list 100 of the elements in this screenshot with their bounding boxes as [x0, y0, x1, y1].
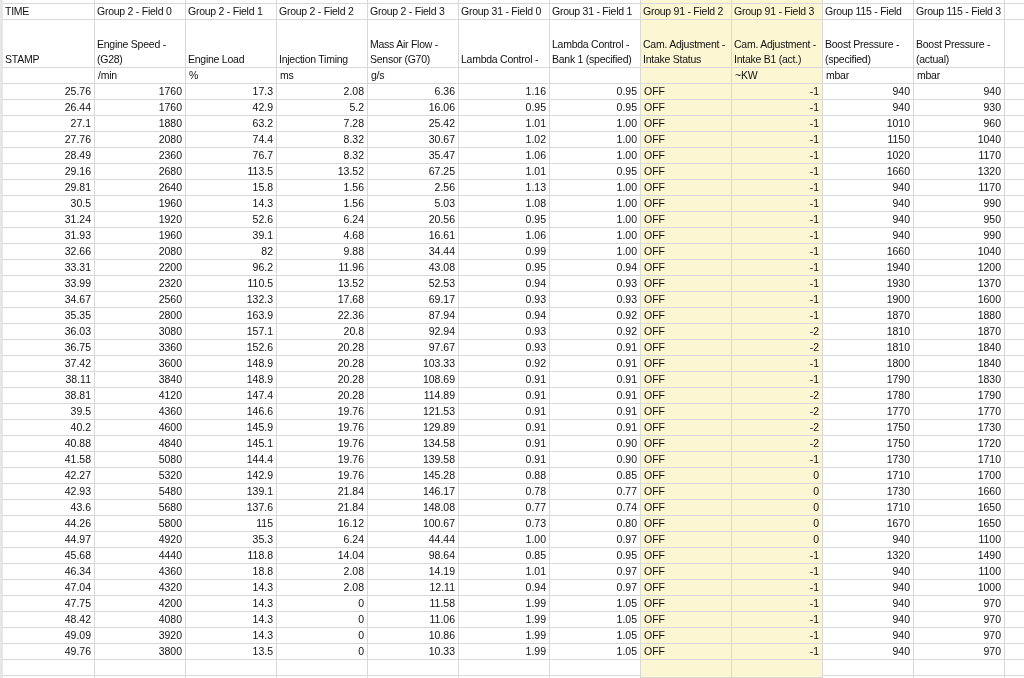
table-cell: 144.4 [186, 452, 277, 468]
table-cell: 96.2 [186, 260, 277, 276]
table-cell: 39.5 [3, 404, 95, 420]
column-header: Injection Timing [277, 20, 368, 68]
table-cell: 33.31 [3, 260, 95, 276]
table-cell: 20.56 [368, 212, 459, 228]
table-cell: OFF [641, 84, 732, 100]
table-cell: 1.56 [277, 180, 368, 196]
table-cell: 6.24 [277, 532, 368, 548]
table-cell: 4320 [95, 580, 186, 596]
table-cell: 1750 [823, 436, 914, 452]
table-cell: OFF [641, 564, 732, 580]
table-cell: 3360 [95, 340, 186, 356]
table-cell: OFF [641, 340, 732, 356]
table-cell: 970 [914, 596, 1005, 612]
table-cell: 1960 [95, 196, 186, 212]
table-cell: 940 [823, 196, 914, 212]
table-cell: 40.88 [3, 436, 95, 452]
table-cell: 146.17 [368, 484, 459, 500]
table-cell: 36.03 [3, 324, 95, 340]
table-cell: 1770 [823, 404, 914, 420]
table-cell: 1.06 [459, 148, 550, 164]
table-cell: 38.11 [3, 372, 95, 388]
table-cell: 34.67 [3, 292, 95, 308]
table-cell: 1.13 [459, 180, 550, 196]
table-cell: 1.99 [459, 644, 550, 660]
table-cell: 1.56 [277, 196, 368, 212]
table-cell: 33.99 [3, 276, 95, 292]
table-cell: OFF [641, 116, 732, 132]
column-header: Group 91 - Field 2 [641, 4, 732, 20]
table-cell: 14.3 [186, 612, 277, 628]
table-cell: 42.93 [3, 484, 95, 500]
table-cell: 13.52 [277, 164, 368, 180]
table-cell: 47.04 [3, 580, 95, 596]
table-cell: 4920 [95, 532, 186, 548]
table-cell: -1 [732, 244, 823, 260]
table-cell: -1 [732, 292, 823, 308]
table-cell: 11.06 [368, 612, 459, 628]
column-header: Group 2 - Field 1 [186, 4, 277, 20]
table-cell: 0.78 [459, 484, 550, 500]
table-cell: 1040 [914, 132, 1005, 148]
table-cell: 2560 [95, 292, 186, 308]
table-cell: 1720 [914, 436, 1005, 452]
table-cell: -1 [732, 84, 823, 100]
table-cell: 39.1 [186, 228, 277, 244]
column-header: Lambda Control - [459, 20, 550, 68]
table-cell: -1 [732, 564, 823, 580]
table-cell: 0 [277, 612, 368, 628]
table-cell: 21.84 [277, 500, 368, 516]
table-cell: 129.89 [368, 420, 459, 436]
table-cell: 2.08 [277, 580, 368, 596]
column-header: Mass Air Flow - Sensor (G70) [368, 20, 459, 68]
table-cell: 3800 [95, 644, 186, 660]
table-cell: 990 [914, 196, 1005, 212]
table-cell: 0 [732, 468, 823, 484]
table-cell: -1 [732, 644, 823, 660]
table-cell: 67.25 [368, 164, 459, 180]
table-cell: 20.28 [277, 372, 368, 388]
table-cell: -1 [732, 196, 823, 212]
unit-cell: ms [277, 68, 368, 84]
table-cell: 17.68 [277, 292, 368, 308]
table-cell: 43.6 [3, 500, 95, 516]
table-cell: 2.56 [368, 180, 459, 196]
table-cell: 3600 [95, 356, 186, 372]
table-cell: OFF [641, 612, 732, 628]
table-cell: 26.44 [3, 100, 95, 116]
table-cell: 0.91 [459, 404, 550, 420]
table-cell: OFF [641, 548, 732, 564]
table-cell: 103.33 [368, 356, 459, 372]
table-cell: 4360 [95, 404, 186, 420]
table-cell: 1.01 [459, 116, 550, 132]
table-cell: 0 [277, 644, 368, 660]
table-cell: 970 [914, 612, 1005, 628]
table-cell: 970 [914, 644, 1005, 660]
table-cell: 42.27 [3, 468, 95, 484]
table-cell: 0 [732, 500, 823, 516]
table-cell: 1870 [914, 324, 1005, 340]
table-cell: 22.36 [277, 308, 368, 324]
table-cell: 1150 [823, 132, 914, 148]
table-cell: 19.76 [277, 468, 368, 484]
table-cell: 2200 [95, 260, 186, 276]
table-cell: 940 [823, 532, 914, 548]
column-header: Group 2 - Field 0 [95, 4, 186, 20]
table-cell: 4600 [95, 420, 186, 436]
table-cell: -2 [732, 436, 823, 452]
table-cell: -1 [732, 100, 823, 116]
table-cell: 4840 [95, 436, 186, 452]
table-cell: 5480 [95, 484, 186, 500]
table-cell: 2080 [95, 244, 186, 260]
table-cell: -1 [732, 228, 823, 244]
table-cell: 1940 [823, 260, 914, 276]
table-cell: 100.67 [368, 516, 459, 532]
table-cell: 1810 [823, 340, 914, 356]
table-cell: 940 [823, 180, 914, 196]
table-cell: 28.49 [3, 148, 95, 164]
table-cell: 0.93 [459, 324, 550, 340]
table-cell: 4440 [95, 548, 186, 564]
table-cell: 63.2 [186, 116, 277, 132]
table-cell: OFF [641, 404, 732, 420]
table-cell: 8.32 [277, 148, 368, 164]
